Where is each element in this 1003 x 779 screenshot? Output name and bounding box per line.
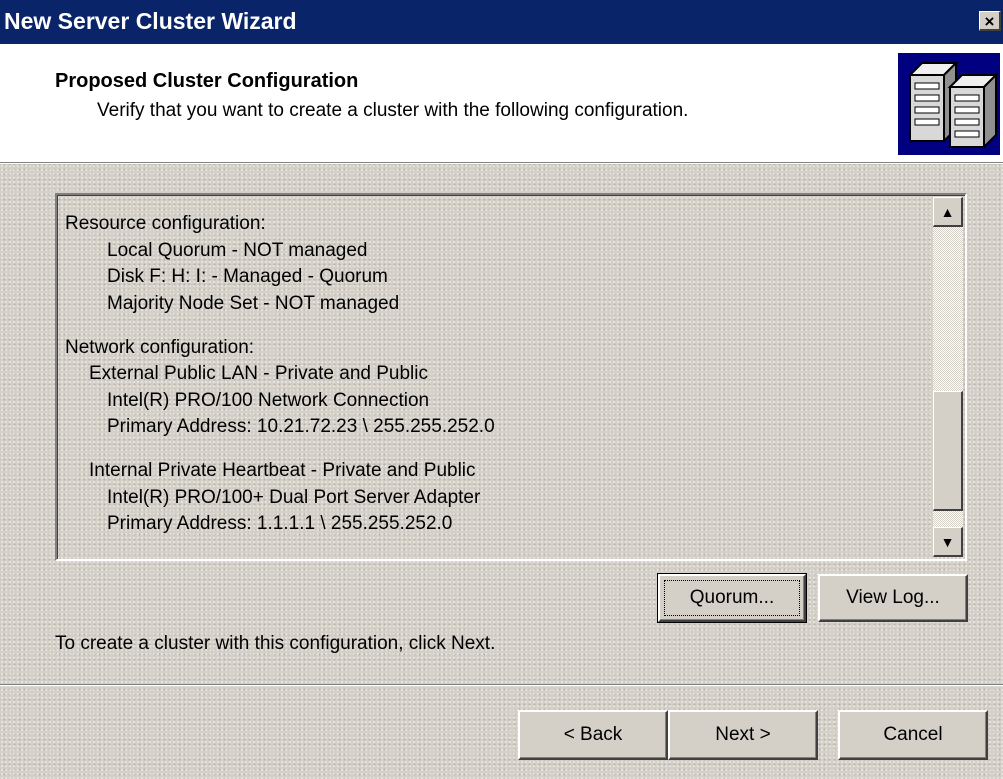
close-icon: × (984, 12, 995, 31)
cancel-button-label: Cancel (883, 724, 943, 745)
details-line: Primary Address: 10.21.72.23 \ 255.255.2… (107, 416, 495, 437)
scroll-down-button[interactable]: ▼ (933, 527, 963, 557)
page-subtitle: Verify that you want to create a cluster… (97, 100, 689, 121)
details-line: Primary Address: 1.1.1.1 \ 255.255.252.0 (107, 513, 453, 534)
arrow-down-icon: ▼ (940, 534, 955, 550)
next-button-label: Next > (715, 724, 771, 745)
close-button[interactable]: × (979, 11, 1001, 31)
scroll-thumb[interactable] (933, 391, 963, 511)
configuration-details-text: Resource configuration: Local Quorum - N… (65, 211, 925, 557)
details-line: Intel(R) PRO/100 Network Connection (107, 389, 430, 411)
arrow-up-icon: ▲ (940, 204, 955, 220)
server-cluster-icon (898, 53, 1000, 155)
next-button[interactable]: Next > (668, 710, 818, 760)
instruction-text: To create a cluster with this configurat… (55, 633, 496, 654)
vertical-scrollbar[interactable]: ▲ ▼ (933, 197, 963, 557)
details-line: Network configuration: (65, 336, 255, 358)
details-spacer (65, 441, 925, 459)
details-line: Internal Private Heartbeat - Private and… (89, 460, 476, 481)
footer-separator-highlight (0, 685, 1003, 686)
details-line: Intel(R) PRO/100+ Dual Port Server Adapt… (107, 486, 481, 508)
quorum-button-label: Quorum... (689, 587, 775, 608)
details-line: Local Quorum - NOT managed (107, 239, 368, 261)
details-line: External Public LAN - Private and Public (89, 363, 428, 384)
view-log-button-label: View Log... (846, 587, 940, 608)
details-line: Majority Node Set - NOT managed (107, 292, 400, 314)
header-separator-highlight (0, 163, 1003, 164)
back-button-label: < Back (563, 724, 623, 745)
page-title: Proposed Cluster Configuration (55, 70, 359, 92)
title-bar[interactable]: New Server Cluster Wizard × (0, 0, 1003, 44)
details-line: Disk F: H: I: - Managed - Quorum (107, 266, 388, 287)
wizard-header: Proposed Cluster Configuration Verify th… (0, 44, 1003, 162)
configuration-details-box[interactable]: Resource configuration: Local Quorum - N… (55, 193, 967, 561)
details-spacer (65, 317, 925, 335)
view-log-button[interactable]: View Log... (818, 574, 968, 622)
scroll-up-button[interactable]: ▲ (933, 197, 963, 227)
details-line: Resource configuration: (65, 213, 266, 234)
cancel-button[interactable]: Cancel (838, 710, 988, 760)
quorum-button[interactable]: Quorum... (657, 573, 807, 623)
window-title: New Server Cluster Wizard (4, 8, 297, 34)
back-button[interactable]: < Back (518, 710, 668, 760)
wizard-window: New Server Cluster Wizard × Proposed Clu… (0, 0, 1003, 779)
